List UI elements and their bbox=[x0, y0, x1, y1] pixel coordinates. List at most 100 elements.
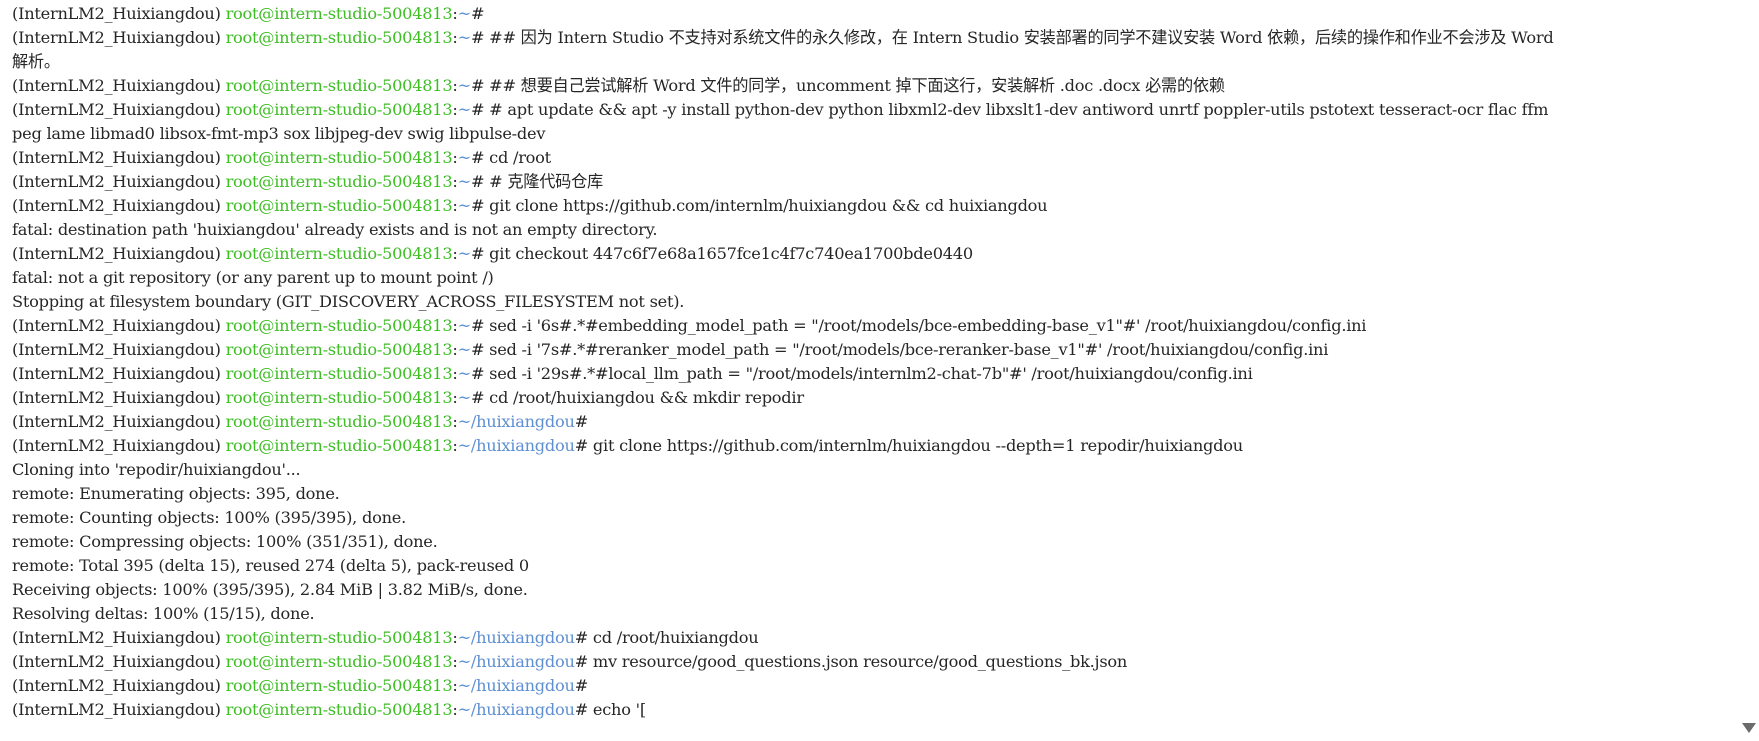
prompt-userhost: root@intern-studio-5004813 bbox=[225, 76, 453, 95]
prompt-line: (InternLM2_Huixiangdou) root@intern-stud… bbox=[12, 314, 1740, 338]
prompt-path: ~/huixiangdou bbox=[457, 412, 575, 431]
output-text: remote: Total 395 (delta 15), reused 274… bbox=[12, 556, 529, 575]
prompt-env: (InternLM2_Huixiangdou) bbox=[12, 700, 226, 719]
output-line: remote: Enumerating objects: 395, done. bbox=[12, 482, 1740, 506]
output-line: Stopping at filesystem boundary (GIT_DIS… bbox=[12, 290, 1740, 314]
output-line: fatal: destination path 'huixiangdou' al… bbox=[12, 218, 1740, 242]
prompt-hash: # bbox=[470, 4, 485, 23]
command-text: echo '[ bbox=[588, 700, 646, 719]
prompt-env: (InternLM2_Huixiangdou) bbox=[12, 364, 226, 383]
prompt-env: (InternLM2_Huixiangdou) bbox=[12, 196, 226, 215]
prompt-line: (InternLM2_Huixiangdou) root@intern-stud… bbox=[12, 386, 1740, 410]
command-text: cd /root/huixiangdou && mkdir repodir bbox=[484, 388, 804, 407]
prompt-path: ~ bbox=[457, 364, 472, 383]
prompt-hash: # bbox=[470, 76, 485, 95]
output-line: fatal: not a git repository (or any pare… bbox=[12, 266, 1740, 290]
prompt-env: (InternLM2_Huixiangdou) bbox=[12, 244, 226, 263]
prompt-line: (InternLM2_Huixiangdou) root@intern-stud… bbox=[12, 698, 1740, 722]
terminal-output[interactable]: (InternLM2_Huixiangdou) root@intern-stud… bbox=[0, 0, 1740, 741]
prompt-userhost: root@intern-studio-5004813 bbox=[225, 28, 453, 47]
prompt-path: ~ bbox=[457, 316, 472, 335]
prompt-hash: # bbox=[470, 172, 485, 191]
prompt-userhost: root@intern-studio-5004813 bbox=[225, 676, 453, 695]
command-text: sed -i '6s#.*#embedding_model_path = "/r… bbox=[484, 316, 1367, 335]
prompt-hash: # bbox=[574, 436, 589, 455]
prompt-userhost: root@intern-studio-5004813 bbox=[225, 652, 453, 671]
command-text: ## 因为 Intern Studio 不支持对系统文件的永久修改，在 Inte… bbox=[484, 28, 1554, 47]
prompt-userhost: root@intern-studio-5004813 bbox=[225, 100, 453, 119]
prompt-path: ~/huixiangdou bbox=[457, 628, 575, 647]
prompt-line: (InternLM2_Huixiangdou) root@intern-stud… bbox=[12, 362, 1740, 386]
prompt-env: (InternLM2_Huixiangdou) bbox=[12, 340, 226, 359]
prompt-env: (InternLM2_Huixiangdou) bbox=[12, 628, 226, 647]
prompt-userhost: root@intern-studio-5004813 bbox=[225, 340, 453, 359]
prompt-userhost: root@intern-studio-5004813 bbox=[225, 316, 453, 335]
output-line: peg lame libmad0 libsox-fmt-mp3 sox libj… bbox=[12, 122, 1740, 146]
prompt-path: ~ bbox=[457, 196, 472, 215]
prompt-env: (InternLM2_Huixiangdou) bbox=[12, 652, 226, 671]
prompt-hash: # bbox=[574, 652, 589, 671]
prompt-line: (InternLM2_Huixiangdou) root@intern-stud… bbox=[12, 242, 1740, 266]
output-line: remote: Counting objects: 100% (395/395)… bbox=[12, 506, 1740, 530]
prompt-path: ~ bbox=[457, 28, 472, 47]
command-text: sed -i '7s#.*#reranker_model_path = "/ro… bbox=[484, 340, 1329, 359]
prompt-path: ~ bbox=[457, 76, 472, 95]
prompt-env: (InternLM2_Huixiangdou) bbox=[12, 436, 226, 455]
command-text: ## 想要自己尝试解析 Word 文件的同学，uncomment 掉下面这行，安… bbox=[484, 76, 1225, 95]
command-text: mv resource/good_questions.json resource… bbox=[588, 652, 1128, 671]
command-text: # apt update && apt -y install python-de… bbox=[484, 100, 1549, 119]
prompt-line: (InternLM2_Huixiangdou) root@intern-stud… bbox=[12, 194, 1740, 218]
prompt-line: (InternLM2_Huixiangdou) root@intern-stud… bbox=[12, 626, 1740, 650]
prompt-line: (InternLM2_Huixiangdou) root@intern-stud… bbox=[12, 74, 1740, 98]
vertical-scrollbar[interactable] bbox=[1740, 0, 1759, 741]
output-line: 解析。 bbox=[12, 50, 1740, 74]
output-line: Resolving deltas: 100% (15/15), done. bbox=[12, 602, 1740, 626]
prompt-path: ~/huixiangdou bbox=[457, 700, 575, 719]
prompt-line: (InternLM2_Huixiangdou) root@intern-stud… bbox=[12, 434, 1740, 458]
prompt-line: (InternLM2_Huixiangdou) root@intern-stud… bbox=[12, 650, 1740, 674]
output-text: 解析。 bbox=[12, 52, 60, 71]
prompt-env: (InternLM2_Huixiangdou) bbox=[12, 4, 226, 23]
prompt-userhost: root@intern-studio-5004813 bbox=[225, 412, 453, 431]
output-text: fatal: destination path 'huixiangdou' al… bbox=[12, 220, 658, 239]
output-line: remote: Total 395 (delta 15), reused 274… bbox=[12, 554, 1740, 578]
prompt-hash: # bbox=[470, 316, 485, 335]
prompt-env: (InternLM2_Huixiangdou) bbox=[12, 412, 226, 431]
prompt-line: (InternLM2_Huixiangdou) root@intern-stud… bbox=[12, 338, 1740, 362]
prompt-hash: # bbox=[470, 244, 485, 263]
prompt-line: (InternLM2_Huixiangdou) root@intern-stud… bbox=[12, 674, 1740, 698]
prompt-hash: # bbox=[470, 148, 485, 167]
prompt-env: (InternLM2_Huixiangdou) bbox=[12, 76, 226, 95]
prompt-hash: # bbox=[470, 196, 485, 215]
prompt-path: ~ bbox=[457, 4, 472, 23]
prompt-line: (InternLM2_Huixiangdou) root@intern-stud… bbox=[12, 170, 1740, 194]
scroll-down-arrow-icon[interactable] bbox=[1742, 723, 1756, 733]
prompt-line: (InternLM2_Huixiangdou) root@intern-stud… bbox=[12, 146, 1740, 170]
output-text: Cloning into 'repodir/huixiangdou'... bbox=[12, 460, 301, 479]
prompt-hash: # bbox=[470, 388, 485, 407]
prompt-userhost: root@intern-studio-5004813 bbox=[225, 4, 453, 23]
output-text: remote: Counting objects: 100% (395/395)… bbox=[12, 508, 406, 527]
prompt-userhost: root@intern-studio-5004813 bbox=[225, 196, 453, 215]
prompt-userhost: root@intern-studio-5004813 bbox=[225, 628, 453, 647]
prompt-env: (InternLM2_Huixiangdou) bbox=[12, 676, 226, 695]
prompt-hash: # bbox=[574, 628, 589, 647]
prompt-userhost: root@intern-studio-5004813 bbox=[225, 700, 453, 719]
command-text: sed -i '29s#.*#local_llm_path = "/root/m… bbox=[484, 364, 1253, 383]
prompt-path: ~ bbox=[457, 172, 472, 191]
output-line: Receiving objects: 100% (395/395), 2.84 … bbox=[12, 578, 1740, 602]
prompt-line: (InternLM2_Huixiangdou) root@intern-stud… bbox=[12, 2, 1740, 26]
output-line: remote: Compressing objects: 100% (351/3… bbox=[12, 530, 1740, 554]
command-text: git checkout 447c6f7e68a1657fce1c4f7c740… bbox=[484, 244, 973, 263]
prompt-line: (InternLM2_Huixiangdou) root@intern-stud… bbox=[12, 26, 1740, 50]
command-text: # 克隆代码仓库 bbox=[484, 172, 603, 191]
prompt-hash: # bbox=[470, 364, 485, 383]
prompt-path: ~ bbox=[457, 388, 472, 407]
prompt-hash: # bbox=[470, 100, 485, 119]
command-text: cd /root bbox=[484, 148, 551, 167]
prompt-hash: # bbox=[574, 676, 589, 695]
command-text: git clone https://github.com/internlm/hu… bbox=[484, 196, 1048, 215]
prompt-path: ~ bbox=[457, 244, 472, 263]
prompt-userhost: root@intern-studio-5004813 bbox=[225, 148, 453, 167]
prompt-userhost: root@intern-studio-5004813 bbox=[225, 244, 453, 263]
